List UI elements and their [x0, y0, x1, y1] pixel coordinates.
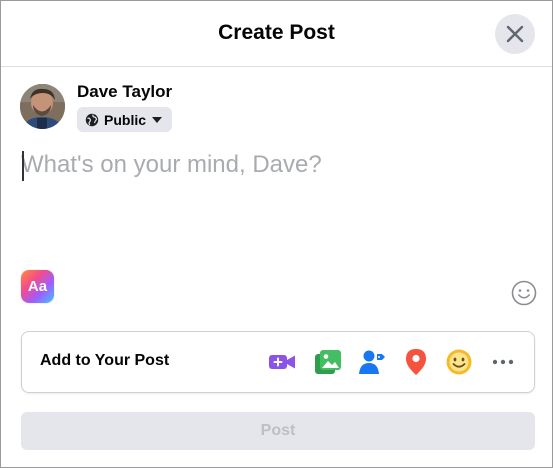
live-video-icon	[269, 355, 295, 369]
dialog-header: Create Post	[1, 1, 552, 67]
check-in-icon	[406, 349, 426, 375]
close-button[interactable]	[495, 14, 535, 54]
post-button[interactable]: Post	[21, 412, 535, 450]
live-video-button[interactable]	[266, 346, 298, 378]
privacy-label: Public	[104, 111, 147, 128]
photo-video-icon	[315, 350, 341, 374]
more-options-button[interactable]	[487, 346, 519, 378]
emoji-button[interactable]	[510, 279, 538, 307]
more-icon	[492, 359, 514, 365]
user-name: Dave Taylor	[77, 82, 173, 101]
close-icon	[506, 25, 524, 43]
add-to-post-label: Add to Your Post	[40, 352, 170, 369]
photo-video-button[interactable]	[312, 346, 344, 378]
feeling-icon	[446, 349, 472, 375]
add-to-post-bar: Add to Your Post	[21, 331, 535, 393]
check-in-button[interactable]	[400, 346, 432, 378]
globe-icon	[85, 113, 99, 127]
create-post-dialog: Create Post Dave Taylor Public What's on…	[0, 0, 553, 468]
text-cursor	[22, 151, 24, 181]
post-text-input[interactable]: What's on your mind, Dave?	[21, 151, 521, 187]
smiley-icon	[511, 280, 537, 306]
tag-people-button[interactable]	[356, 346, 388, 378]
dialog-title: Create Post	[218, 21, 335, 44]
feeling-button[interactable]	[443, 346, 475, 378]
tag-people-icon	[359, 350, 385, 374]
text-format-button[interactable]: Aa	[21, 270, 54, 303]
caret-down-icon	[152, 116, 163, 123]
avatar[interactable]	[20, 84, 65, 129]
privacy-selector[interactable]: Public	[77, 107, 172, 132]
